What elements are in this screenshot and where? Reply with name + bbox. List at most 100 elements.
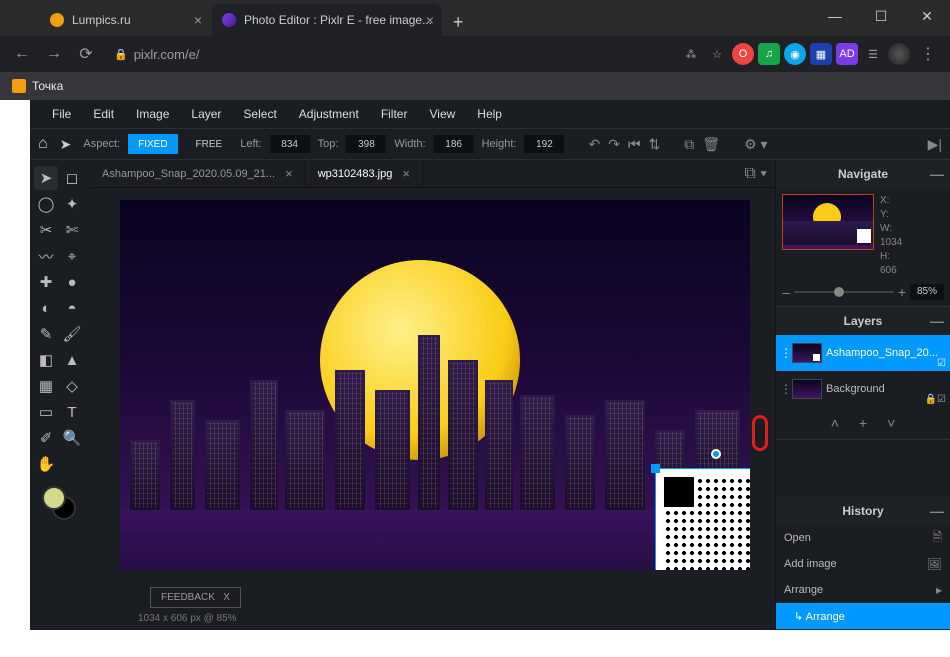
sponge-tool[interactable]: ◓ <box>60 296 84 320</box>
rect-tool[interactable]: ▭ <box>34 400 58 424</box>
history-item-arrange-sub[interactable]: ↳ Arrange <box>776 603 950 629</box>
menu-select[interactable]: Select <box>233 103 286 125</box>
layer-visibility-icon[interactable]: ☑ <box>937 358 946 369</box>
close-icon[interactable]: × <box>194 12 202 28</box>
nav-back-icon[interactable]: ← <box>8 40 36 68</box>
close-icon[interactable]: × <box>426 12 434 28</box>
collapse-icon[interactable]: — <box>930 166 944 182</box>
profile-avatar[interactable] <box>888 43 910 65</box>
menu-file[interactable]: File <box>42 103 81 125</box>
duplicate-icon[interactable]: ⧉ <box>684 136 694 153</box>
aspect-fixed-button[interactable]: FIXED <box>128 134 177 154</box>
color-swatches[interactable] <box>34 486 86 526</box>
brush-tool[interactable]: 🖌 <box>60 322 84 346</box>
document-tab[interactable]: Ashampoo_Snap_2020.05.09_21... × <box>90 160 306 187</box>
menu-adjustment[interactable]: Adjustment <box>289 103 369 125</box>
collapse-icon[interactable]: — <box>930 503 944 519</box>
text-tool[interactable]: T <box>60 400 84 424</box>
window-minimize[interactable]: ― <box>812 0 858 32</box>
window-close[interactable]: ✕ <box>904 0 950 32</box>
browser-menu-icon[interactable]: ⋮ <box>914 40 942 68</box>
menu-image[interactable]: Image <box>126 103 179 125</box>
translate-icon[interactable]: ⁂ <box>680 43 702 65</box>
menu-view[interactable]: View <box>419 103 465 125</box>
ext-blue-icon[interactable]: ◉ <box>784 43 806 65</box>
layer-item-selected[interactable]: ⋮ Ashampoo_Snap_20... ☑ <box>776 335 950 371</box>
pen-tool[interactable]: ✎ <box>34 322 58 346</box>
ext-ad-icon[interactable]: AD <box>836 43 858 65</box>
undo-icon[interactable]: ↶ <box>588 136 600 153</box>
layer-up-icon[interactable]: ˄ <box>831 415 839 431</box>
zoom-tool[interactable]: 🔍 <box>60 426 84 450</box>
history-item-arrange[interactable]: Arrange ▸ <box>776 577 950 603</box>
url-input[interactable]: 🔒 pixlr.com/e/ <box>104 40 676 68</box>
zoom-slider[interactable] <box>794 291 894 293</box>
top-input[interactable] <box>346 135 386 153</box>
foreground-color[interactable] <box>42 486 66 510</box>
feedback-close[interactable]: X <box>223 592 230 603</box>
nav-thumbnail[interactable] <box>782 194 874 250</box>
feedback-widget[interactable]: FEEDBACK X <box>150 587 241 608</box>
ext-cube-icon[interactable]: ▦ <box>810 43 832 65</box>
hand-tool[interactable]: ✋ <box>34 452 58 476</box>
star-icon[interactable]: ☆ <box>706 43 728 65</box>
zoom-in-icon[interactable]: + <box>898 284 906 300</box>
canvas-viewport[interactable] <box>120 200 750 570</box>
drag-handle-icon[interactable]: ⋮ <box>780 382 788 396</box>
history-item-addimage[interactable]: Add image 🖼 <box>776 551 950 577</box>
trash-icon[interactable]: 🗑 <box>702 136 720 153</box>
layer-add-icon[interactable]: + <box>859 415 867 431</box>
zoom-out-icon[interactable]: – <box>782 284 790 300</box>
close-icon[interactable]: × <box>402 166 410 181</box>
menu-edit[interactable]: Edit <box>83 103 124 125</box>
home-icon[interactable]: ⌂ <box>38 135 48 153</box>
gear-icon[interactable]: ⚙ ▾ <box>744 136 767 153</box>
document-tab-active[interactable]: wp3102483.jpg × <box>306 160 423 187</box>
marquee-tool[interactable]: ◻ <box>60 166 84 190</box>
redo-icon[interactable]: ↷ <box>608 136 620 153</box>
menu-layer[interactable]: Layer <box>181 103 231 125</box>
heal-tool[interactable]: ✚ <box>34 270 58 294</box>
aspect-free-button[interactable]: FREE <box>186 134 233 154</box>
shape-tool[interactable]: ◇ <box>60 374 84 398</box>
drag-handle-icon[interactable]: ⋮ <box>780 346 788 360</box>
blur-tool[interactable]: ● <box>60 270 84 294</box>
zoom-value[interactable]: 85% <box>910 284 944 300</box>
move-tool[interactable]: ➤ <box>34 166 58 190</box>
nav-reload-icon[interactable]: ⟳ <box>72 40 100 68</box>
ext-green-icon[interactable]: ♫ <box>758 43 780 65</box>
rotate-handle[interactable] <box>711 449 721 459</box>
ext-list-icon[interactable]: ☰ <box>862 43 884 65</box>
clone-tool[interactable]: ⌖ <box>60 244 84 268</box>
qr-layer-selection[interactable] <box>655 468 750 570</box>
gradient-tool[interactable]: ▦ <box>34 374 58 398</box>
panels-toggle-icon[interactable]: ▶| <box>928 136 942 153</box>
width-input[interactable] <box>434 135 474 153</box>
eyedropper-tool[interactable]: ✐ <box>34 426 58 450</box>
window-maximize[interactable]: ☐ <box>858 0 904 32</box>
menu-filter[interactable]: Filter <box>371 103 418 125</box>
eraser-tool[interactable]: ◧ <box>34 348 58 372</box>
collapse-icon[interactable]: — <box>930 313 944 329</box>
liquify-tool[interactable]: 〰 <box>34 244 58 268</box>
tab-overflow-icon[interactable]: ⧉ ▾ <box>744 165 767 183</box>
bookmark-item[interactable]: Точка <box>12 79 63 93</box>
skip-back-icon[interactable]: ⏮ <box>628 136 641 153</box>
height-input[interactable] <box>524 135 564 153</box>
browser-tab-inactive[interactable]: Lumpics.ru × <box>40 4 210 36</box>
lasso-tool[interactable]: ◯ <box>34 192 58 216</box>
dodge-tool[interactable]: ◐ <box>34 296 58 320</box>
nav-forward-icon[interactable]: → <box>40 40 68 68</box>
browser-tab-active[interactable]: Photo Editor : Pixlr E - free image... × <box>212 4 442 36</box>
layer-lock-icon[interactable]: 🔒☑ <box>925 394 946 405</box>
wand-tool[interactable]: ✦ <box>60 192 84 216</box>
history-item-open[interactable]: Open 🗎 <box>776 525 950 551</box>
new-tab-button[interactable]: + <box>444 8 472 36</box>
close-icon[interactable]: × <box>285 166 293 181</box>
menu-help[interactable]: Help <box>467 103 512 125</box>
align-icon[interactable]: ⇅ <box>649 136 661 153</box>
layer-down-icon[interactable]: ˅ <box>887 415 895 431</box>
crop-tool[interactable]: ✂ <box>34 218 58 242</box>
left-input[interactable] <box>270 135 310 153</box>
fill-tool[interactable]: ▲ <box>60 348 84 372</box>
